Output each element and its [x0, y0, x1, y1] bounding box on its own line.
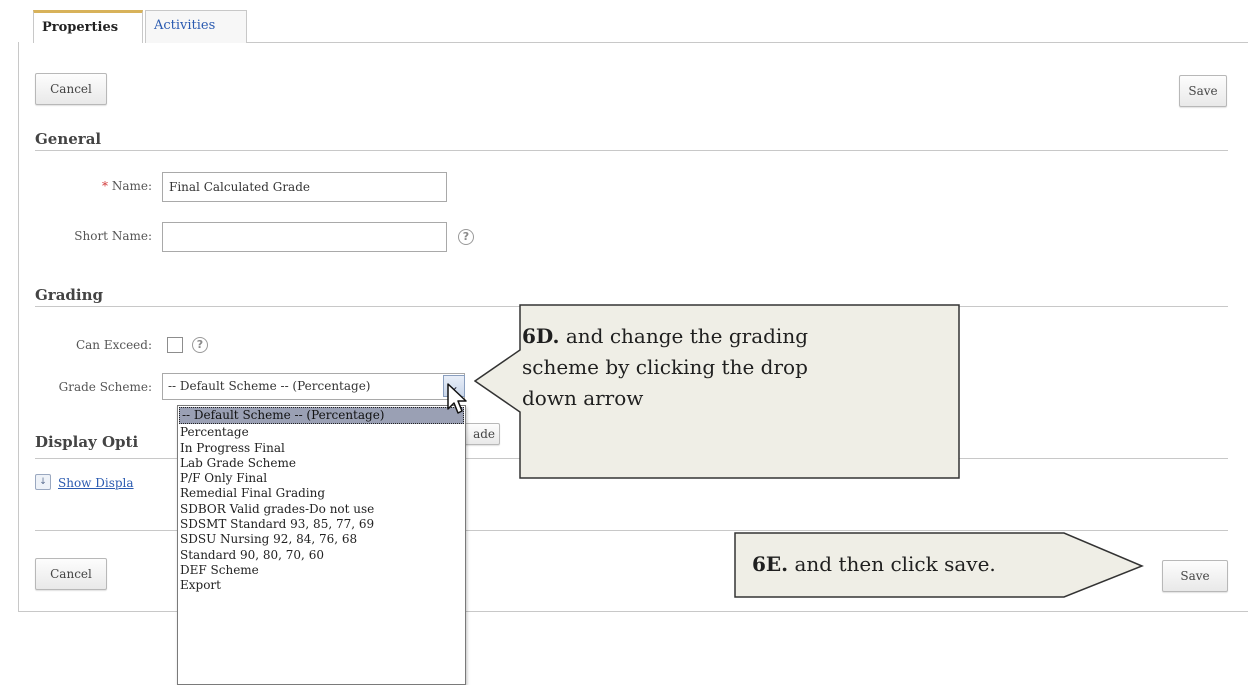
- can-exceed-checkbox[interactable]: [167, 337, 183, 353]
- dropdown-option[interactable]: Lab Grade Scheme: [178, 456, 465, 471]
- cancel-button-bottom[interactable]: Cancel: [35, 558, 107, 590]
- dropdown-option[interactable]: SDSU Nursing 92, 84, 76, 68: [178, 532, 465, 547]
- mouse-cursor-icon: [447, 383, 467, 414]
- short-name-input[interactable]: [162, 222, 447, 252]
- dropdown-option[interactable]: SDBOR Valid grades-Do not use: [178, 502, 465, 517]
- tab-properties[interactable]: Properties: [33, 10, 143, 43]
- callout-6d-step: 6D.: [522, 324, 560, 348]
- grade-scheme-select[interactable]: -- Default Scheme -- (Percentage): [162, 373, 465, 400]
- general-heading: General: [35, 130, 102, 148]
- callout-6d-line2: scheme by clicking the drop: [522, 355, 808, 379]
- dropdown-option[interactable]: DEF Scheme: [178, 563, 465, 578]
- name-label: * Name:: [40, 179, 152, 193]
- grading-heading: Grading: [35, 286, 104, 304]
- display-options-heading: Display Opti: [35, 433, 139, 451]
- callout-6d-line1: and change the grading: [565, 324, 809, 348]
- callout-6d-text: 6D. and change the grading scheme by cli…: [522, 321, 942, 414]
- callout-6d-line3: down arrow: [522, 386, 644, 410]
- save-button-bottom[interactable]: Save: [1162, 560, 1228, 592]
- dropdown-option[interactable]: P/F Only Final: [178, 471, 465, 486]
- dropdown-option[interactable]: -- Default Scheme -- (Percentage): [179, 407, 464, 425]
- can-exceed-label: Can Exceed:: [75, 338, 152, 352]
- cancel-button-top[interactable]: Cancel: [35, 73, 107, 105]
- grade-scheme-label: Grade Scheme:: [58, 380, 152, 394]
- expand-chevron-icon[interactable]: ↓: [35, 474, 51, 490]
- show-display-options-link[interactable]: Show Displa: [58, 476, 178, 490]
- general-divider: [35, 150, 1228, 151]
- question-circle-icon[interactable]: ?: [458, 229, 474, 245]
- short-name-label: Short Name:: [74, 229, 152, 243]
- name-label-text: Name:: [111, 179, 152, 193]
- callout-6e-step: 6E.: [752, 552, 789, 576]
- grade-scheme-dropdown-list: -- Default Scheme -- (Percentage) Percen…: [177, 405, 466, 685]
- name-input[interactable]: Final Calculated Grade: [162, 172, 447, 202]
- dropdown-option[interactable]: Export: [178, 578, 465, 593]
- dropdown-option[interactable]: Standard 90, 80, 70, 60: [178, 548, 465, 563]
- grade-scheme-selected-value: -- Default Scheme -- (Percentage): [168, 379, 371, 393]
- tab-activities[interactable]: Activities: [145, 10, 247, 43]
- callout-6e-body: and then click save.: [794, 552, 996, 576]
- required-mark: *: [101, 179, 108, 193]
- dropdown-option[interactable]: SDSMT Standard 93, 85, 77, 69: [178, 517, 465, 532]
- question-circle-icon[interactable]: ?: [192, 337, 208, 353]
- dropdown-option[interactable]: Remedial Final Grading: [178, 486, 465, 501]
- dropdown-option[interactable]: Percentage: [178, 425, 465, 440]
- save-button-top[interactable]: Save: [1179, 75, 1227, 107]
- callout-6e-text: 6E. and then click save.: [752, 549, 1072, 580]
- dropdown-option[interactable]: In Progress Final: [178, 441, 465, 456]
